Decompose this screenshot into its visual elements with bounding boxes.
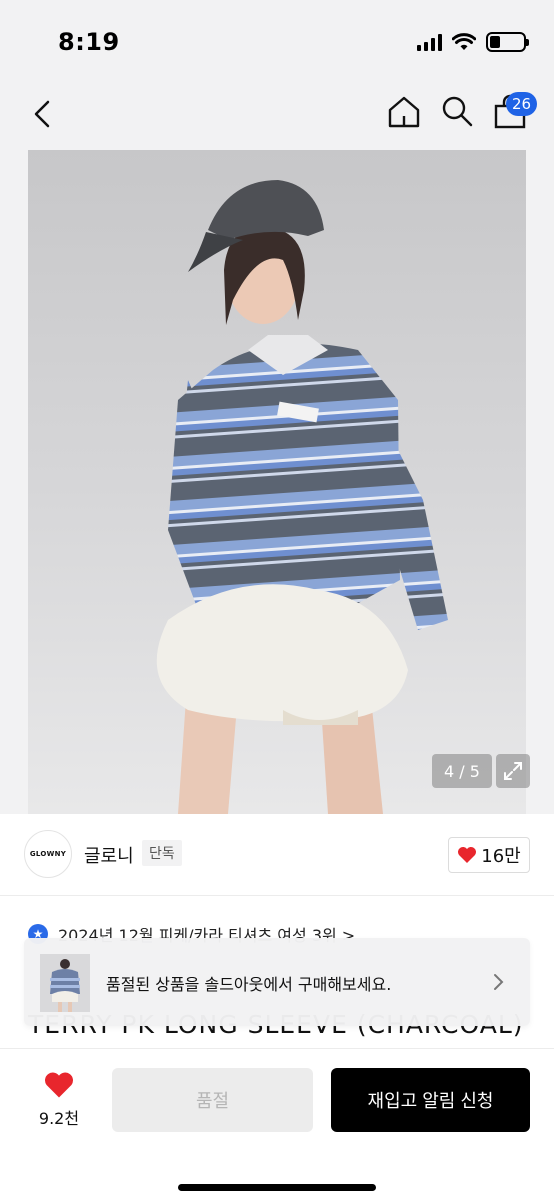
expand-icon [504,762,522,780]
bottom-action-bar: 9.2천 품절 재입고 알림 신청 [0,1048,554,1200]
brand-logo[interactable]: GLOWNY [24,830,72,878]
soldout-button[interactable]: 품절 [112,1068,313,1132]
heart-icon [458,847,477,863]
brand-name[interactable]: 글로니 [84,842,134,868]
nav-bar [0,80,554,150]
chevron-right-icon [494,974,504,990]
product-image-gallery[interactable] [0,150,554,814]
expand-image-button[interactable] [496,754,530,788]
brand-like-button[interactable]: 16만 [448,837,530,873]
banner-thumbnail [40,954,90,1012]
exclusive-badge: 단독 [142,840,182,866]
home-indicator [178,1184,376,1191]
battery-icon [486,32,529,52]
status-icons [417,32,529,52]
cellular-signal-icon [417,33,442,51]
search-icon[interactable] [440,94,474,128]
brand-like-count: 16만 [481,846,521,867]
wifi-icon [452,33,476,50]
heart-filled-icon [45,1072,73,1098]
restock-alert-button[interactable]: 재입고 알림 신청 [331,1068,530,1132]
status-bar: 8:19 [0,0,554,80]
home-icon[interactable] [386,94,422,130]
banner-text: 품절된 상품을 솔드아웃에서 구매해보세요. [106,975,392,994]
status-time: 8:19 [58,28,120,56]
cart-count-badge: 26 [506,92,538,116]
image-counter: 4 / 5 [432,754,492,788]
wishlist-button[interactable]: 9.2천 [24,1071,94,1129]
soldout-banner[interactable]: 품절된 상품을 솔드아웃에서 구매해보세요. [24,938,530,1026]
wishlist-count: 9.2천 [38,1109,80,1128]
product-photo[interactable] [28,150,526,814]
brand-row: GLOWNY 글로니 단독 16만 [0,814,554,896]
back-arrow-icon[interactable] [28,96,58,132]
